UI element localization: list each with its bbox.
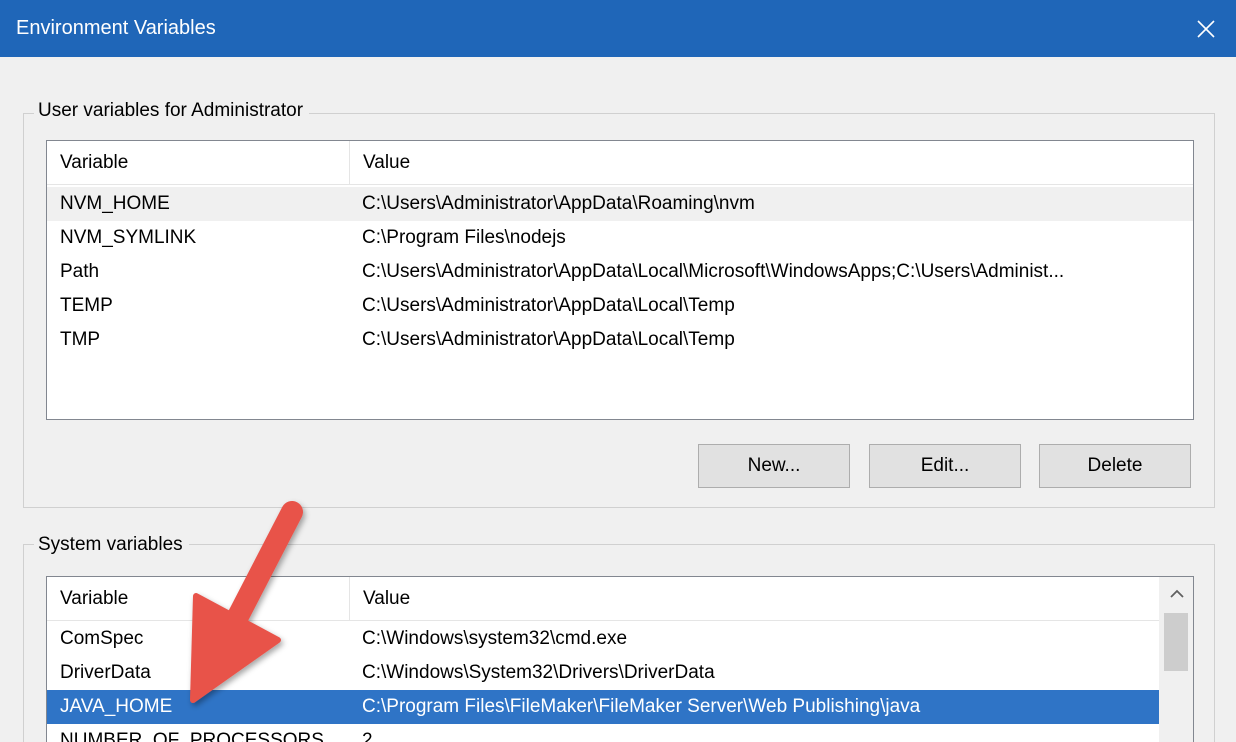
scroll-thumb[interactable] — [1164, 613, 1188, 671]
table-row[interactable]: DriverData C:\Windows\System32\Drivers\D… — [47, 656, 1160, 690]
table-row[interactable]: TEMP C:\Users\Administrator\AppData\Loca… — [47, 289, 1193, 323]
column-header-value[interactable]: Value — [350, 577, 1150, 620]
column-header-value[interactable]: Value — [350, 141, 1190, 184]
environment-variables-dialog: Environment Variables User variables for… — [0, 0, 1236, 742]
variable-value: C:\Windows\system32\cmd.exe — [362, 628, 628, 649]
close-icon — [1197, 19, 1215, 38]
system-variables-list[interactable]: Variable Value ComSpec C:\Windows\system… — [46, 576, 1194, 742]
variable-name: TMP — [60, 329, 101, 350]
variable-value: C:\Users\Administrator\AppData\Local\Mic… — [362, 261, 1065, 282]
variable-name: DriverData — [60, 662, 151, 683]
window-title: Environment Variables — [16, 17, 216, 39]
delete-button[interactable]: Delete — [1039, 444, 1191, 488]
variable-value: 2 — [362, 730, 373, 742]
vertical-scrollbar[interactable] — [1159, 577, 1193, 742]
column-header-variable[interactable]: Variable — [47, 577, 349, 620]
column-header-variable[interactable]: Variable — [47, 141, 349, 184]
table-row-selected[interactable]: JAVA_HOME C:\Program Files\FileMaker\Fil… — [47, 690, 1160, 724]
variable-name: Path — [60, 261, 100, 282]
user-variables-label: User variables for Administrator — [34, 99, 310, 123]
edit-button[interactable]: Edit... — [869, 444, 1021, 488]
system-variables-label: System variables — [34, 533, 189, 557]
table-row[interactable]: NVM_SYMLINK C:\Program Files\nodejs — [47, 221, 1193, 255]
variable-name: NVM_SYMLINK — [60, 227, 197, 248]
variable-name: NVM_HOME — [60, 193, 170, 214]
variable-value: C:\Users\Administrator\AppData\Local\Tem… — [362, 329, 735, 350]
user-rows: NVM_HOME C:\Users\Administrator\AppData\… — [47, 187, 1193, 357]
variable-name: JAVA_HOME — [60, 696, 173, 717]
table-row[interactable]: Path C:\Users\Administrator\AppData\Loca… — [47, 255, 1193, 289]
chevron-up-icon — [1170, 589, 1184, 598]
variable-value: C:\Users\Administrator\AppData\Local\Tem… — [362, 295, 735, 316]
system-list-header: Variable Value — [47, 577, 1160, 621]
table-row[interactable]: NUMBER_OF_PROCESSORS 2 — [47, 724, 1160, 742]
new-button[interactable]: New... — [698, 444, 850, 488]
close-button[interactable] — [1176, 0, 1236, 57]
variable-name: NUMBER_OF_PROCESSORS — [60, 730, 324, 742]
title-bar[interactable]: Environment Variables — [0, 0, 1236, 57]
table-row[interactable]: NVM_HOME C:\Users\Administrator\AppData\… — [47, 187, 1193, 221]
table-row[interactable]: ComSpec C:\Windows\system32\cmd.exe — [47, 622, 1160, 656]
variable-name: TEMP — [60, 295, 113, 316]
variable-value: C:\Windows\System32\Drivers\DriverData — [362, 662, 715, 683]
variable-value: C:\Program Files\nodejs — [362, 227, 566, 248]
scroll-up-button[interactable] — [1160, 577, 1193, 611]
variable-name: ComSpec — [60, 628, 144, 649]
variable-value: C:\Program Files\FileMaker\FileMaker Ser… — [362, 696, 921, 717]
system-rows: ComSpec C:\Windows\system32\cmd.exe Driv… — [47, 622, 1160, 742]
user-variables-list[interactable]: Variable Value NVM_HOME C:\Users\Adminis… — [46, 140, 1194, 420]
table-row[interactable]: TMP C:\Users\Administrator\AppData\Local… — [47, 323, 1193, 357]
user-list-header: Variable Value — [47, 141, 1193, 185]
variable-value: C:\Users\Administrator\AppData\Roaming\n… — [362, 193, 755, 214]
